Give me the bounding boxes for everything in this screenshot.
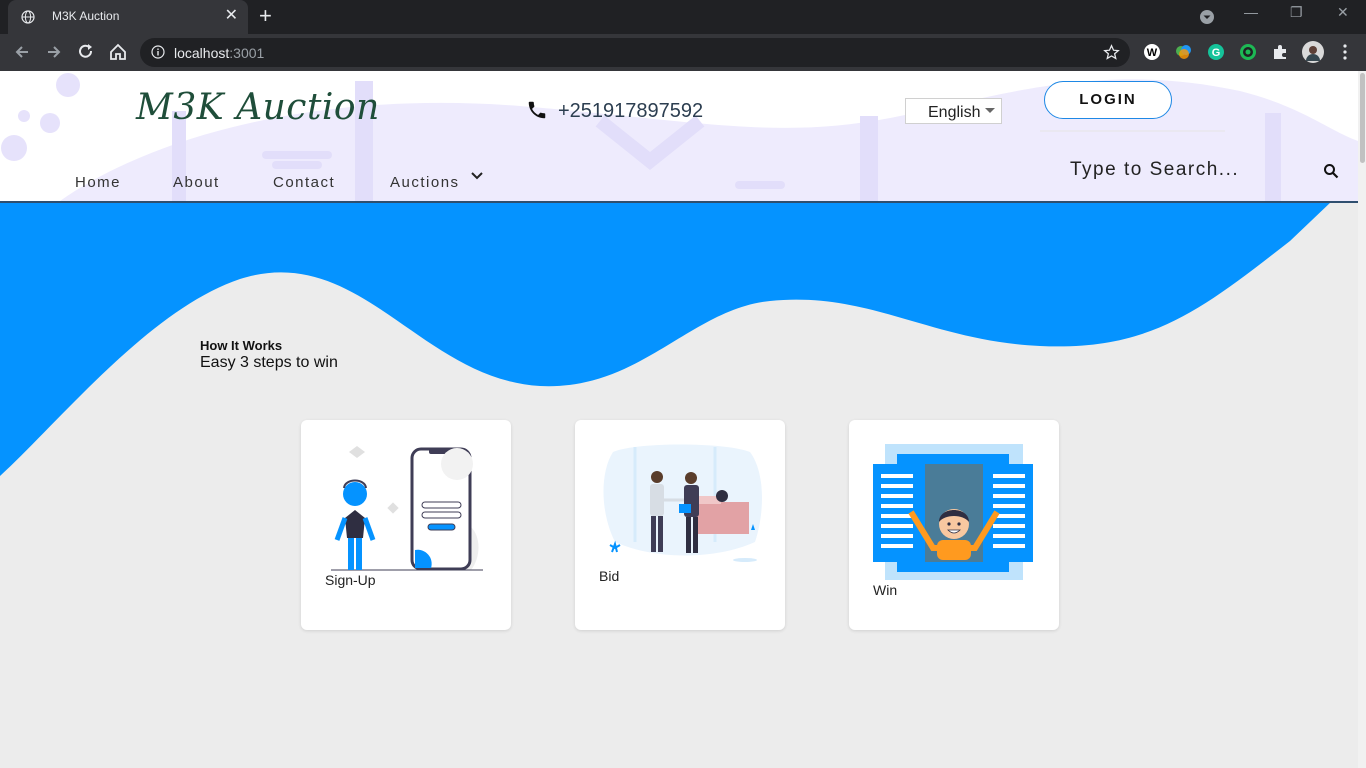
browser-tab-bar: M3K Auction ✕ + — ❐ ✕ [0,0,1366,34]
new-tab-button[interactable]: + [259,4,272,28]
tab-search-icon[interactable] [1199,9,1215,25]
caret-down-icon [985,108,995,113]
search-icon[interactable] [1323,163,1339,179]
info-icon[interactable] [151,45,165,59]
step-label-signup: Sign-Up [325,572,376,588]
minimize-button[interactable]: — [1244,4,1258,20]
login-button[interactable]: LOGIN [1044,81,1172,119]
win-illustration [873,444,1033,580]
step-card-bid[interactable]: Bid [575,420,785,630]
chevron-down-icon[interactable] [470,169,484,183]
step-label-win: Win [873,582,898,598]
target-extension-icon[interactable] [1239,43,1257,61]
browser-tab[interactable]: M3K Auction ✕ [8,0,248,34]
phone-icon [528,101,546,119]
site-header: M3K Auction +251917897592 English LOGIN … [0,71,1358,203]
tab-close-icon[interactable]: ✕ [225,7,238,25]
globe-icon [21,10,35,24]
home-icon[interactable] [108,42,128,62]
forward-icon[interactable] [44,42,64,62]
language-select[interactable]: English [905,98,1002,124]
search-input[interactable]: Type to Search... [1070,159,1239,181]
url-host: localhost [174,45,230,61]
w-extension-icon[interactable]: W [1143,43,1161,61]
browser-toolbar: localhost:3001 W G [0,34,1366,71]
profile-avatar-icon[interactable] [1302,41,1324,63]
nav-about[interactable]: About [173,174,220,191]
step-label-bid: Bid [599,568,620,584]
reload-icon[interactable] [76,42,96,62]
nav-home[interactable]: Home [75,174,121,191]
puzzle-extensions-icon[interactable] [1271,43,1289,61]
phone-number[interactable]: +251917897592 [558,100,703,123]
tab-title: M3K Auction [52,9,120,23]
bookmark-star-icon[interactable] [1103,44,1120,61]
scrollbar-thumb[interactable] [1360,73,1365,163]
url-port: :3001 [229,45,265,61]
section-subtitle: Easy 3 steps to win [200,354,338,371]
web-page: M3K Auction +251917897592 English LOGIN … [0,71,1358,768]
svg-text:W: W [1147,47,1158,59]
step-card-win[interactable]: Win [849,420,1059,630]
url-text: localhost:3001 [174,45,264,61]
menu-kebab-icon[interactable] [1336,43,1354,61]
section-title: How It Works [200,338,283,353]
close-window-button[interactable]: ✕ [1337,4,1349,21]
page-scrollbar[interactable] [1358,71,1366,768]
nav-auctions[interactable]: Auctions [390,174,460,191]
color-extension-icon[interactable] [1175,43,1193,61]
restore-button[interactable]: ❐ [1290,4,1303,21]
address-bar[interactable]: localhost:3001 [140,38,1130,67]
signup-illustration [331,446,483,571]
step-card-signup[interactable]: Sign-Up [301,420,511,630]
language-selected: English [928,104,981,121]
nav-contact[interactable]: Contact [273,174,335,191]
bid-illustration [603,444,762,562]
grammarly-icon[interactable]: G [1207,43,1225,61]
back-icon[interactable] [12,42,32,62]
site-logo[interactable]: M3K Auction [136,87,380,128]
svg-text:G: G [1212,47,1221,59]
